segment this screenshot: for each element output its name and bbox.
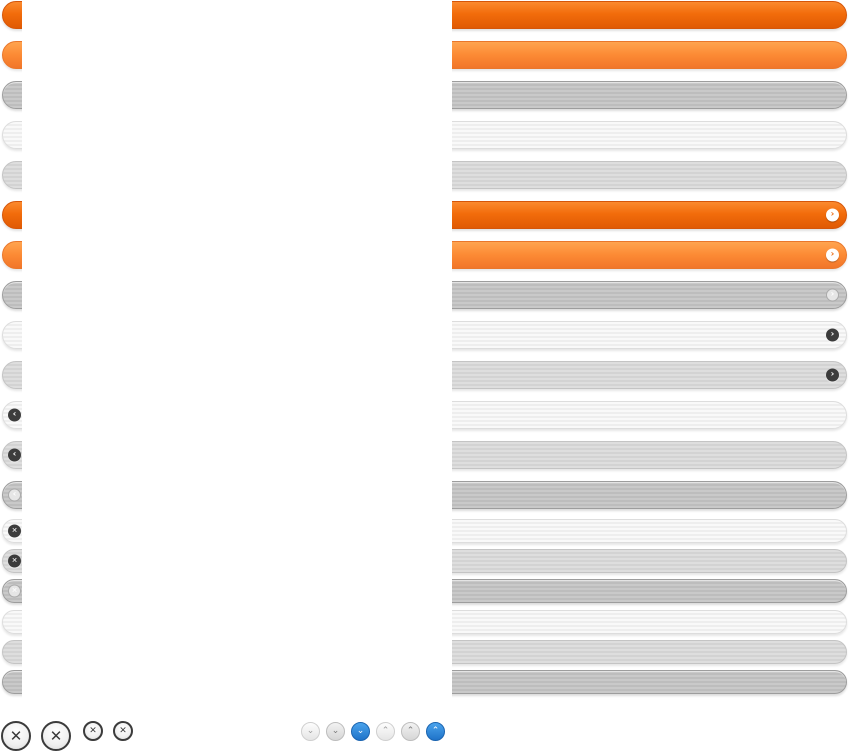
chevron-down-icon: ⌄ [306, 726, 315, 736]
close-icon: ✕ [119, 726, 127, 736]
chevron-left-icon: ‹ [8, 408, 21, 422]
chevron-up-icon: ⌃ [431, 726, 440, 736]
chevron-left-icon: ‹ [8, 488, 21, 502]
chevron-down-button-blue[interactable]: ⌄ [351, 722, 370, 741]
close-icon: ✕ [89, 726, 97, 736]
chevron-right-icon: › [826, 248, 839, 262]
chevron-down-icon: ⌄ [356, 726, 365, 736]
chevron-up-button-blue[interactable]: ⌃ [426, 722, 445, 741]
chevron-up-icon: ⌃ [406, 726, 415, 736]
chevron-left-icon: ‹ [8, 448, 21, 462]
chevron-right-icon: › [826, 328, 839, 342]
chevron-up-icon: ⌃ [381, 726, 390, 736]
chevron-right-icon: › [826, 208, 839, 222]
close-button-large[interactable]: ✕ [1, 721, 31, 751]
chevron-up-button-light[interactable]: ⌃ [376, 722, 395, 741]
close-icon: ✕ [9, 727, 23, 745]
close-button-small[interactable]: ✕ [83, 721, 103, 741]
chevron-right-icon: › [826, 288, 839, 302]
close-icon: ✕ [8, 584, 21, 598]
blank-area [22, 0, 452, 700]
close-icon: ✕ [8, 554, 21, 568]
chevron-down-icon: ⌄ [331, 726, 340, 736]
close-button-large-2[interactable]: ✕ [41, 721, 71, 751]
close-button-small-2[interactable]: ✕ [113, 721, 133, 741]
chevron-right-icon: › [826, 368, 839, 382]
close-icon: ✕ [8, 524, 21, 538]
chevron-down-button-mid[interactable]: ⌄ [326, 722, 345, 741]
chevron-down-button-light[interactable]: ⌄ [301, 722, 320, 741]
chevron-up-button-mid[interactable]: ⌃ [401, 722, 420, 741]
close-icon: ✕ [49, 727, 63, 745]
